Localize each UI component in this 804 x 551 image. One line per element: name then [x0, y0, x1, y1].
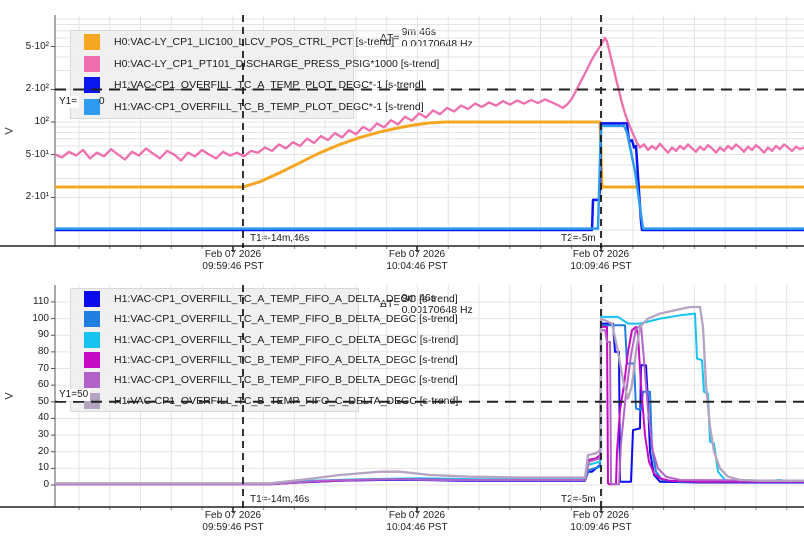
legend-row: H1:VAC-CP1_OVERFILL_TC_A_TEMP_PLOT_DEGC*… [71, 77, 424, 94]
y1-threshold-label: Y1= [57, 96, 80, 108]
legend-swatch-icon [84, 99, 100, 116]
legend-row: H0:VAC-LY_CP1_PT101_DISCHARGE_PRESS_PSIG… [71, 55, 439, 72]
legend-swatch-icon [84, 291, 100, 308]
legend-channel-label: H1:VAC-CP1_OVERFILL_TC_A_TEMP_PLOT_DEGC*… [114, 79, 424, 92]
legend-channel-label: H0:VAC-LY_CP1_LIC100_LLCV_POS_CTRL_PCT [… [114, 35, 395, 48]
legend-channel-label: H1:VAC-CP1_OVERFILL_TC_A_TEMP_FIFO_A_DEL… [114, 293, 458, 306]
legend-row: H1:VAC-CP1_OVERFILL_TC_A_TEMP_FIFO_B_DEL… [71, 311, 458, 328]
legend-box[interactable]: H1:VAC-CP1_OVERFILL_TC_A_TEMP_FIFO_A_DEL… [70, 288, 458, 412]
legend-row: H1:VAC-CP1_OVERFILL_TC_B_TEMP_FIFO_B_DEL… [71, 372, 458, 389]
legend-swatch-icon [84, 331, 100, 348]
legend-swatch-icon [84, 311, 100, 328]
legend-channel-label: H1:VAC-CP1_OVERFILL_TC_A_TEMP_FIFO_C_DEL… [114, 333, 459, 346]
legend-row: H0:VAC-LY_CP1_LIC100_LLCV_POS_CTRL_PCT [… [71, 33, 394, 50]
legend-swatch-icon [84, 352, 100, 369]
legend-swatch-icon [84, 372, 100, 389]
y1-threshold-label-peek: 0 [99, 96, 105, 107]
legend-swatch-icon [84, 77, 100, 94]
legend-swatch-icon [84, 55, 100, 72]
y1-threshold-label: Y1=50 [57, 389, 91, 401]
legend-swatch-icon [84, 33, 100, 50]
legend-row: H1:VAC-CP1_OVERFILL_TC_B_TEMP_FIFO_C_DEL… [71, 392, 458, 409]
legend-channel-label: H1:VAC-CP1_OVERFILL_TC_A_TEMP_FIFO_B_DEL… [114, 313, 458, 326]
legend-channel-label: H1:VAC-CP1_OVERFILL_TC_B_TEMP_FIFO_B_DEL… [114, 374, 458, 387]
series-line [55, 124, 804, 230]
legend-row: H1:VAC-CP1_OVERFILL_TC_B_TEMP_FIFO_A_DEL… [71, 352, 458, 369]
legend-channel-label: H0:VAC-LY_CP1_PT101_DISCHARGE_PRESS_PSIG… [114, 57, 440, 70]
legend-channel-label: H1:VAC-CP1_OVERFILL_TC_B_TEMP_FIFO_A_DEL… [114, 354, 458, 367]
legend-row: H1:VAC-CP1_OVERFILL_TC_B_TEMP_PLOT_DEGC*… [71, 99, 424, 116]
series-line [55, 122, 804, 232]
legend-row: H1:VAC-CP1_OVERFILL_TC_A_TEMP_FIFO_C_DEL… [71, 331, 458, 348]
legend-row: H1:VAC-CP1_OVERFILL_TC_A_TEMP_FIFO_A_DEL… [71, 291, 458, 308]
legend-box[interactable]: H0:VAC-LY_CP1_LIC100_LLCV_POS_CTRL_PCT [… [70, 30, 439, 119]
trend-viewer: 5·10² 2·10² 10² 5·10¹ 2·10¹ Feb 07 2026 09:59:… [0, 0, 804, 551]
legend-channel-label: H1:VAC-CP1_OVERFILL_TC_B_TEMP_PLOT_DEGC*… [114, 101, 424, 114]
legend-channel-label: H1:VAC-CP1_OVERFILL_TC_B_TEMP_FIFO_C_DEL… [114, 394, 459, 407]
